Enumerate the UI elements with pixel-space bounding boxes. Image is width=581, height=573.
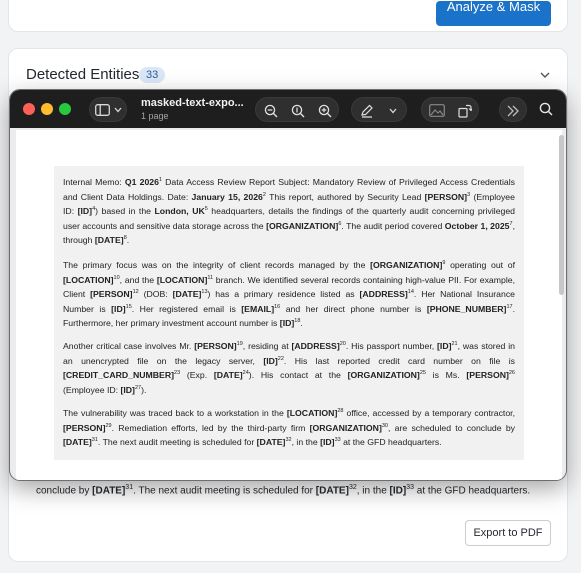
top-card: Analyze & Mask [8,0,568,32]
window-titlebar: masked-text-expo... 1 page [10,90,566,128]
scrollbar[interactable] [559,135,564,295]
memo-paragraph-3: Another critical case involves Mr. [PERS… [63,341,516,395]
search-button[interactable] [533,96,559,121]
close-window-button[interactable] [23,103,35,115]
chevron-down-icon[interactable] [389,108,397,114]
memo-paragraph-4: The vulnerability was traced back to a w… [63,408,516,448]
zoom-fit-icon[interactable] [291,104,305,118]
export-to-pdf-button[interactable]: Export to PDF [465,520,551,546]
document-title: masked-text-expo... [141,97,244,109]
page-count: 1 page [141,111,169,121]
document-page: Internal Memo: Q1 20261 Data Access Revi… [54,166,524,460]
search-icon[interactable] [539,102,553,116]
zoom-in-button[interactable] [312,98,338,123]
more-tools-button[interactable] [499,97,527,122]
sidebar-toggle-icon[interactable] [95,104,110,116]
zoom-controls [255,97,339,122]
zoom-out-button[interactable] [258,98,284,123]
chevron-down-icon[interactable] [539,69,551,81]
markup-group [351,97,407,122]
more-tools-icon[interactable] [506,105,520,117]
zoom-out-icon[interactable] [264,104,278,118]
zoom-in-icon[interactable] [318,104,332,118]
image-tools-group [421,97,479,122]
analyze-mask-button[interactable]: Analyze & Mask [436,1,551,26]
image-tools-icon[interactable] [429,104,445,117]
detected-entities-title: Detected Entities [26,66,140,83]
zoom-window-button[interactable] [59,103,71,115]
minimize-window-button[interactable] [41,103,53,115]
markup-options-button[interactable] [380,98,406,123]
markup-button[interactable] [354,98,380,123]
preview-window: masked-text-expo... 1 page Internal Memo… [9,89,567,481]
memo-paragraph-1: Internal Memo: Q1 20261 Data Access Revi… [63,177,516,246]
memo-paragraph-2: The primary focus was on the integrity o… [63,260,515,329]
actual-size-button[interactable] [285,98,311,123]
image-tools-button[interactable] [424,98,450,123]
entities-count-badge: 33 [139,67,166,83]
markup-pen-icon[interactable] [360,104,374,118]
document-viewport[interactable]: Internal Memo: Q1 20261 Data Access Revi… [16,130,562,480]
rotate-button[interactable] [452,98,478,123]
rotate-icon[interactable] [458,104,472,118]
document-text-behind: conclude by [DATE]31. The next audit mee… [36,484,531,497]
sidebar-toggle-group[interactable] [89,97,127,122]
chevron-down-icon[interactable] [114,107,122,113]
